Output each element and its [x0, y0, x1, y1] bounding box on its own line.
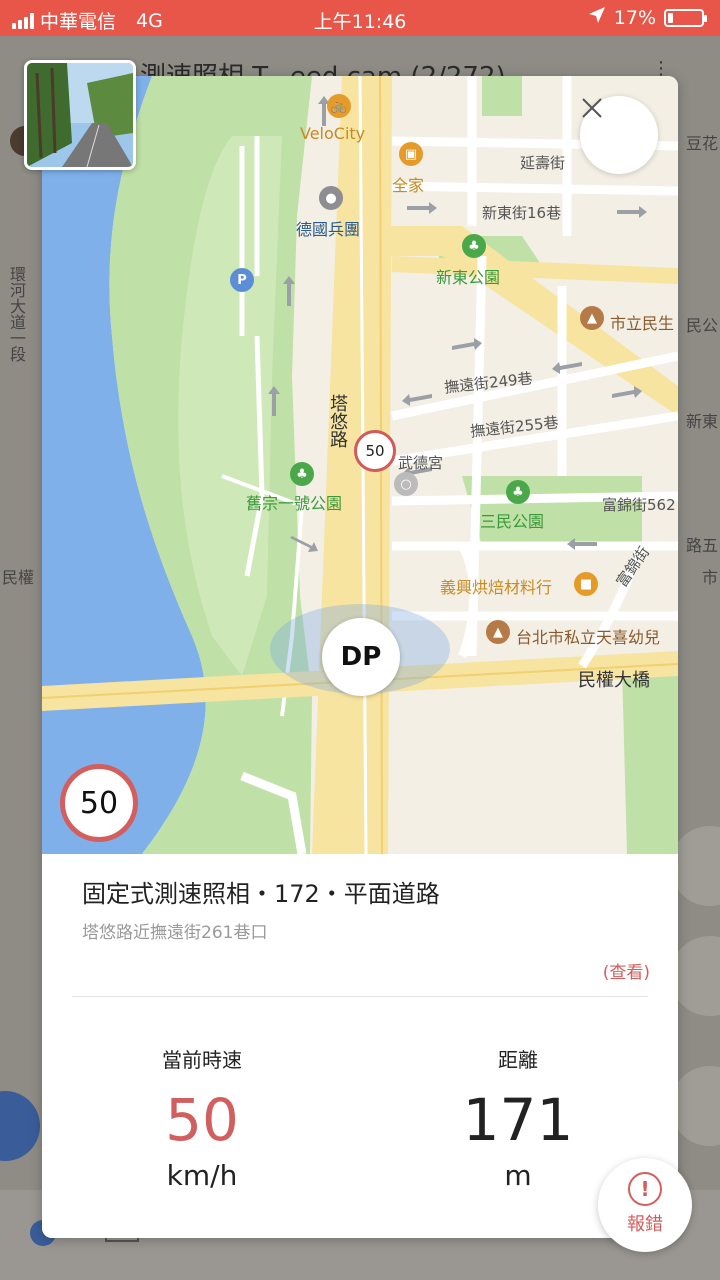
camera-title: 固定式測速照相・172・平面道路: [82, 880, 440, 908]
background-right-label: 市: [701, 568, 718, 587]
background-right-label: 豆花: [685, 134, 718, 153]
shop-icon: ■: [574, 572, 598, 596]
location-arrow-icon: [588, 6, 606, 29]
report-error-label: 報錯: [627, 1214, 663, 1235]
street-photo: [27, 63, 133, 167]
store-icon: ▣: [399, 142, 423, 166]
report-error-button[interactable]: ! 報錯: [598, 1158, 692, 1252]
map-label-germany-barracks: 德國兵團: [296, 220, 361, 239]
distance-label: 距離: [498, 1048, 538, 1072]
camera-address: 塔悠路近撫遠街261巷口: [82, 923, 268, 943]
map-label-xindong-16-lane: 新東街16巷: [482, 204, 562, 222]
bicycle-icon: 🚲: [327, 94, 351, 118]
current-speed-stat: 當前時速 50 km/h: [82, 1044, 322, 1192]
speed-limit-badge: 50: [60, 764, 138, 842]
background-right-label: 民公: [685, 316, 718, 335]
distance-stat: 距離 171 m: [398, 1044, 638, 1192]
close-button[interactable]: [580, 96, 658, 174]
battery-icon: [664, 8, 707, 27]
school-icon: ▲: [486, 620, 510, 644]
view-link[interactable]: (查看): [603, 958, 650, 983]
background-road-label: 環河大道一段: [7, 266, 26, 362]
map-label-velocity: VeloCity: [300, 124, 366, 143]
camera-photo-thumbnail[interactable]: [24, 60, 136, 170]
current-speed-unit: km/h: [166, 1159, 238, 1192]
speed-camera-marker[interactable]: 50: [354, 430, 396, 472]
current-speed-label: 當前時速: [162, 1048, 242, 1072]
divider: [72, 996, 648, 997]
map-label-yanshou-street: 延壽街: [520, 154, 566, 172]
user-location-marker[interactable]: DP: [322, 618, 400, 696]
map-label-family-mart: 全家: [392, 176, 425, 195]
background-menu-button: [0, 1091, 40, 1161]
map-label-minquan-bridge: 民權大橋: [578, 670, 650, 691]
camera-info-panel: 固定式測速照相・172・平面道路 塔悠路近撫遠街261巷口 (查看) 當前時速 …: [42, 854, 678, 1238]
map-label-yixing-bakery: 義興烘焙材料行: [440, 578, 553, 597]
military-icon: ●: [319, 186, 343, 210]
map-view[interactable]: 🚲 VeloCity ▣ 全家 ● 德國兵團 延壽街 新東街16巷 ♣ 新東公園…: [42, 76, 678, 854]
map-label-wude-temple: 武德宮: [398, 454, 444, 472]
background-right-label: 路五: [685, 536, 718, 555]
park-icon: ♣: [506, 480, 530, 504]
map-label-minsheng: 市立民生: [610, 314, 675, 333]
current-speed-value: 50: [165, 1086, 239, 1154]
battery-percent: 17%: [613, 6, 656, 29]
map-label-sanmin-park: 三民公園: [480, 512, 545, 531]
park-icon: ♣: [462, 234, 486, 258]
speed-camera-card: 🚲 VeloCity ▣ 全家 ● 德國兵團 延壽街 新東街16巷 ♣ 新東公園…: [42, 76, 678, 1238]
parking-icon: P: [230, 268, 254, 292]
school-icon: ▲: [580, 306, 604, 330]
map-label-fujin-562: 富錦街562: [602, 496, 676, 514]
park-icon: ♣: [290, 462, 314, 486]
close-icon: [582, 98, 602, 118]
map-label-tianxi-kindergarten: 台北市私立天喜幼兒: [516, 628, 661, 647]
background-right-label: 新東: [685, 412, 718, 431]
map-label-xindong-park: 新東公園: [436, 268, 501, 287]
temple-icon: ○: [394, 472, 418, 496]
background-road-label: 民權: [2, 568, 35, 587]
status-bar: 中華電信 4G 上午11:46 17%: [0, 0, 720, 36]
map-label-jiuzong-park: 舊宗一號公園: [246, 494, 343, 513]
distance-value: 171: [462, 1086, 574, 1154]
map-label-tayou-road: 塔悠路: [327, 394, 348, 448]
exclamation-icon: !: [628, 1172, 662, 1206]
